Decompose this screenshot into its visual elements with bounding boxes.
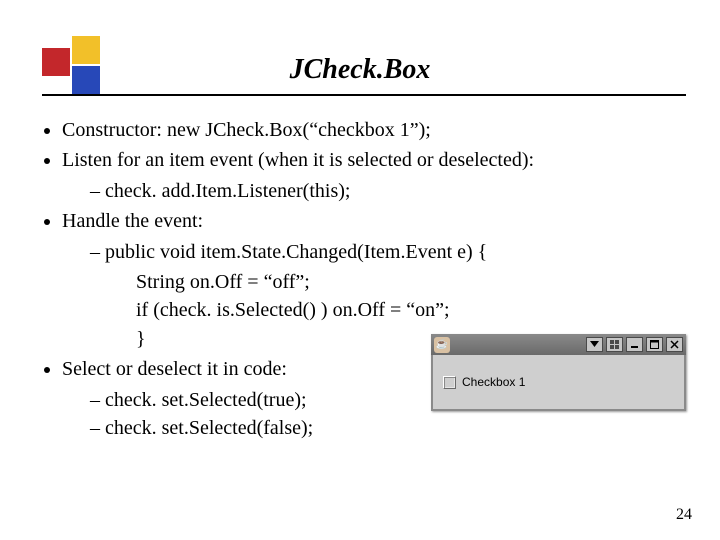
applet-body: Checkbox 1 [431, 355, 686, 411]
bullet-constructor: Constructor: new JCheck.Box(“checkbox 1”… [62, 116, 680, 144]
applet-window: ☕ Checkbox 1 [431, 334, 686, 411]
checkbox-1-label: Checkbox 1 [462, 375, 525, 389]
minimize-button[interactable] [626, 337, 643, 352]
code-line-1: String on.Off = “off”; [136, 268, 680, 296]
code-line-2: if (check. is.Selected() ) on.Off = “on”… [136, 296, 680, 324]
slide-title: JCheck.Box [0, 54, 720, 86]
grid-button[interactable] [606, 337, 623, 352]
bullet-handle-sig: public void item.State.Changed(Item.Even… [90, 238, 680, 266]
bullet-listen: Listen for an item event (when it is sel… [62, 146, 680, 205]
java-icon: ☕ [434, 337, 450, 353]
bullet-select-false: check. set.Selected(false); [90, 414, 680, 442]
bullet-listen-text: Listen for an item event (when it is sel… [62, 149, 534, 171]
close-button[interactable] [666, 337, 683, 352]
page-number: 24 [676, 506, 692, 524]
bullet-select-text: Select or deselect it in code: [62, 358, 287, 380]
bullet-handle-text: Handle the event: [62, 210, 203, 232]
maximize-button[interactable] [646, 337, 663, 352]
bullet-listen-code: check. add.Item.Listener(this); [90, 177, 680, 205]
checkbox-1[interactable] [443, 376, 456, 389]
applet-titlebar: ☕ [431, 334, 686, 355]
bullet-handle: Handle the event: public void item.State… [62, 207, 680, 353]
dropdown-button[interactable] [586, 337, 603, 352]
title-underline [42, 94, 686, 96]
